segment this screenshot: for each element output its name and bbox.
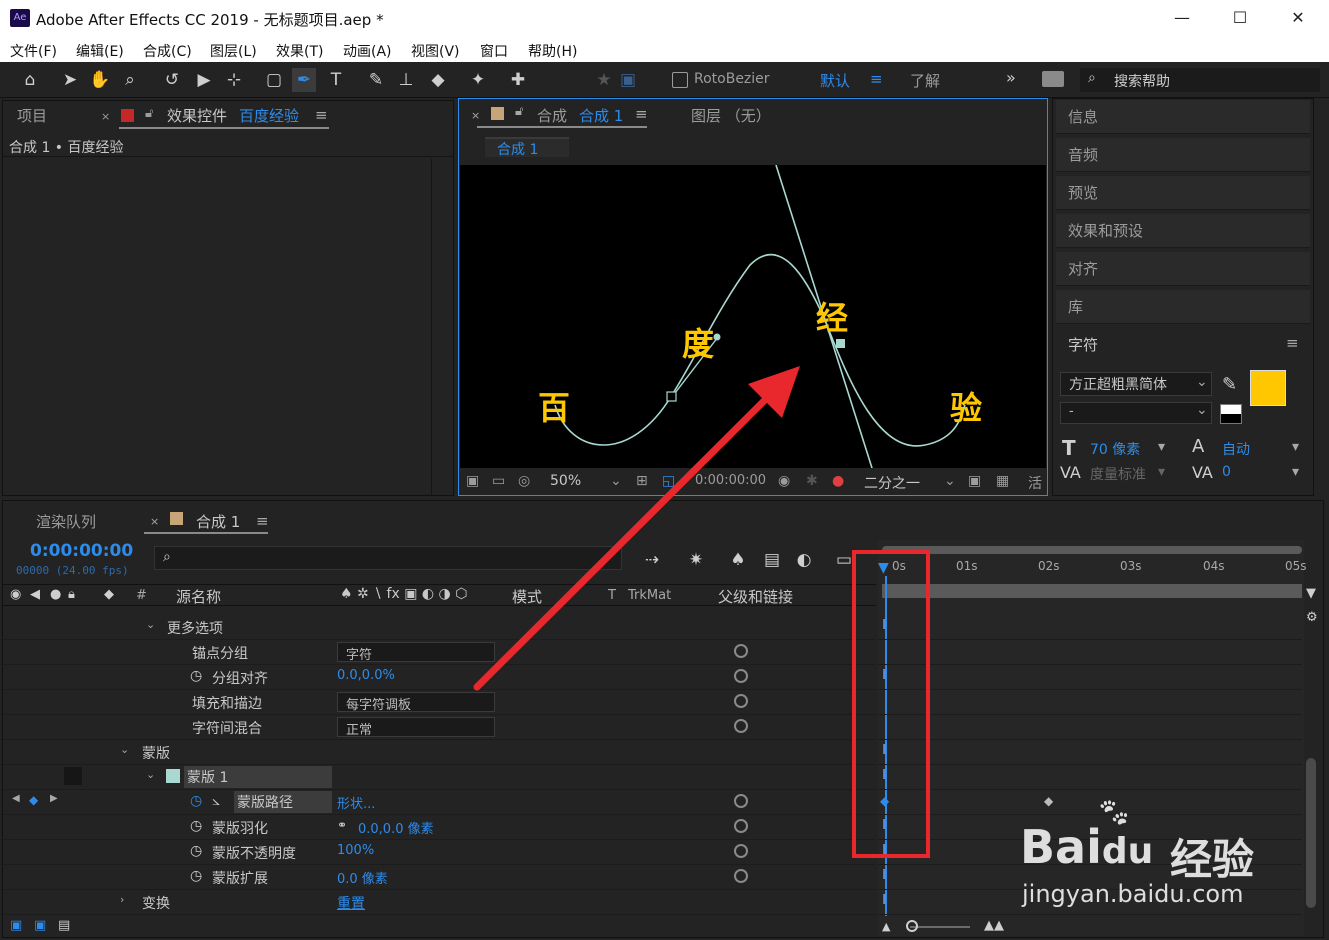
paw-icon: 🐾︎ [1096, 796, 1132, 829]
watermark-brand: Baidu [1020, 820, 1154, 874]
watermark-label: 经验 [1170, 835, 1255, 884]
watermark-url: jingyan.baidu.com [1022, 880, 1244, 908]
